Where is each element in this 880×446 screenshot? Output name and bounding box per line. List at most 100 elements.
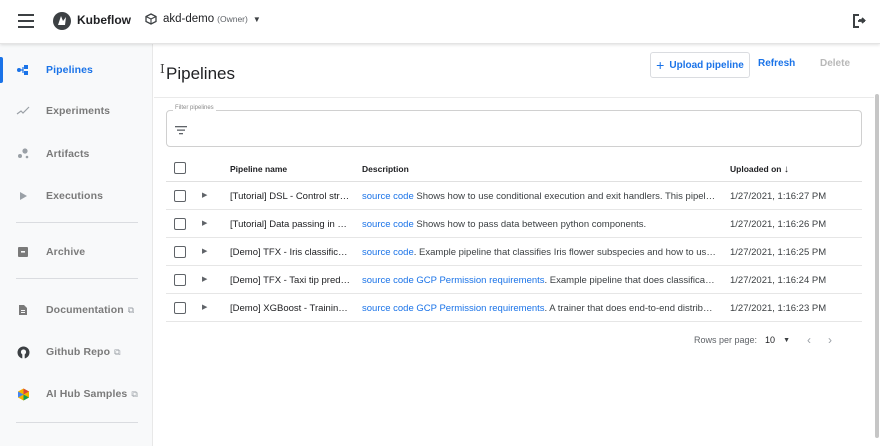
ai-hub-icon [16,387,30,401]
row-checkbox[interactable] [174,274,186,286]
sidebar: Pipelines Experiments Artifacts Executio… [0,44,153,446]
expand-row-icon[interactable]: ▶ [202,191,207,199]
uploaded-date: 1/27/2021, 1:16:27 PM [730,191,827,202]
table-row[interactable]: ▶ [Tutorial] DSL - Control structures sour… [166,182,862,210]
sidebar-divider [16,422,138,423]
sidebar-divider [16,222,138,223]
row-checkbox[interactable] [174,218,186,230]
table-row[interactable]: ▶ [Demo] XGBoost - Training with confusio… [166,294,862,322]
archive-icon [16,245,30,259]
namespace-selector[interactable]: akd-demo (Owner) ▼ [145,13,261,25]
sidebar-item-label: Experiments [46,105,111,117]
description-link[interactable]: GCP Permission requirements [416,303,544,314]
filter-icon [175,126,187,135]
description-link[interactable]: source code [362,191,414,202]
sidebar-item-ai-hub-samples[interactable]: AI Hub Samples ⧉ [0,381,153,407]
column-header-name[interactable]: Pipeline name [230,164,287,174]
github-icon [16,345,30,359]
sidebar-item-label: Archive [46,246,86,258]
external-link-icon: ⧉ [127,305,135,315]
caret-down-icon: ▼ [252,14,261,24]
rows-per-page-value[interactable]: 10 [765,335,775,345]
sidebar-item-label: Documentation ⧉ [46,304,135,316]
description-link[interactable]: GCP Permission requirements [416,275,544,286]
table-row[interactable]: ▶ [Demo] TFX - Iris classification source … [166,238,862,266]
sidebar-item-artifacts[interactable]: Artifacts [0,141,153,167]
sidebar-item-label: Pipelines [46,64,94,76]
description-link[interactable]: source code [362,247,414,258]
table-row[interactable]: ▶ [Demo] TFX - Taxi tip prediction source … [166,266,862,294]
row-checkbox[interactable] [174,246,186,258]
previous-page-icon[interactable]: ‹ [807,333,811,347]
refresh-button[interactable]: Refresh [758,58,795,69]
external-link-icon: ⧉ [131,389,138,399]
sidebar-item-label: Github Repo ⧉ [46,346,121,358]
sidebar-item-label: Artifacts [46,148,90,160]
sidebar-item-archive[interactable]: Archive [0,239,153,265]
column-header-uploaded[interactable]: Uploaded on ↓ [730,164,789,175]
logout-icon[interactable] [850,12,868,30]
row-checkbox[interactable] [174,190,186,202]
pagination: Rows per page: 10 ▼ ‹ › [694,333,832,347]
pipeline-description: source code GCP Permission requirements.… [362,275,716,286]
executions-icon [16,189,30,203]
sidebar-item-label: AI Hub Samples ⧉ [46,388,138,400]
upload-pipeline-label: Upload pipeline [669,59,744,71]
expand-row-icon[interactable]: ▶ [202,275,207,283]
filter-label: Filter pipelines [173,105,216,111]
artifacts-icon [16,147,30,161]
table-header: Pipeline name Description Uploaded on ↓ [166,156,862,182]
sidebar-item-pipelines[interactable]: Pipelines [0,57,153,83]
caret-down-icon[interactable]: ▼ [783,337,790,344]
sort-arrow-down-icon: ↓ [783,164,789,175]
text-cursor-icon: I [160,62,165,76]
external-link-icon: ⧉ [114,347,121,357]
pipeline-name[interactable]: [Tutorial] DSL - Control structures [230,191,352,202]
namespace-role: (Owner) [217,14,248,24]
expand-row-icon[interactable]: ▶ [202,247,207,255]
sidebar-item-github-repo[interactable]: Github Repo ⧉ [0,339,153,365]
pipeline-name[interactable]: [Demo] TFX - Iris classification [230,247,352,258]
description-link[interactable]: source code [362,275,414,286]
pipelines-icon [16,63,30,77]
plus-icon: + [656,56,665,73]
next-page-icon[interactable]: › [828,333,832,347]
filter-pipelines-input[interactable]: Filter pipelines [166,105,862,147]
select-all-checkbox[interactable] [174,162,186,174]
pipeline-name[interactable]: [Demo] TFX - Taxi tip prediction [230,275,352,286]
sidebar-item-documentation[interactable]: Documentation ⧉ [0,297,153,323]
table-row[interactable]: ▶ [Tutorial] Data passing in python compo… [166,210,862,238]
uploaded-date: 1/27/2021, 1:16:25 PM [730,247,827,258]
expand-row-icon[interactable]: ▶ [202,219,207,227]
pipeline-name[interactable]: [Demo] XGBoost - Training with confusion… [230,303,352,314]
sidebar-item-label: Executions [46,190,104,202]
kubeflow-logo-icon [53,12,71,30]
uploaded-date: 1/27/2021, 1:16:24 PM [730,275,827,286]
page-title: Pipelines [166,64,235,83]
namespace-name: akd-demo [163,13,215,25]
description-link[interactable]: source code [362,219,414,230]
sidebar-item-experiments[interactable]: Experiments [0,98,153,124]
delete-button: Delete [820,58,851,69]
pipeline-name[interactable]: [Tutorial] Data passing in python compon… [230,219,352,230]
document-icon [16,303,30,317]
row-checkbox[interactable] [174,302,186,314]
uploaded-date: 1/27/2021, 1:16:23 PM [730,303,827,314]
main-content: I Pipelines + Upload pipeline Refresh De… [154,44,880,446]
namespace-cube-icon [145,13,157,25]
sidebar-item-executions[interactable]: Executions [0,183,153,209]
sidebar-divider [16,278,138,279]
pipeline-description: source code GCP Permission requirements.… [362,303,716,314]
column-header-description: Description [362,164,409,174]
menu-icon[interactable] [18,14,34,28]
pipeline-description: source code Shows how to pass data betwe… [362,219,647,230]
scrollbar[interactable] [875,94,879,438]
header-divider [154,97,874,98]
rows-per-page-label: Rows per page: [694,335,758,345]
pipeline-description: source code. Example pipeline that class… [362,247,716,258]
description-link[interactable]: source code [362,303,414,314]
upload-pipeline-button[interactable]: + Upload pipeline [650,52,750,78]
expand-row-icon[interactable]: ▶ [202,303,207,311]
experiments-icon [16,104,30,118]
app-title: Kubeflow [77,13,131,27]
